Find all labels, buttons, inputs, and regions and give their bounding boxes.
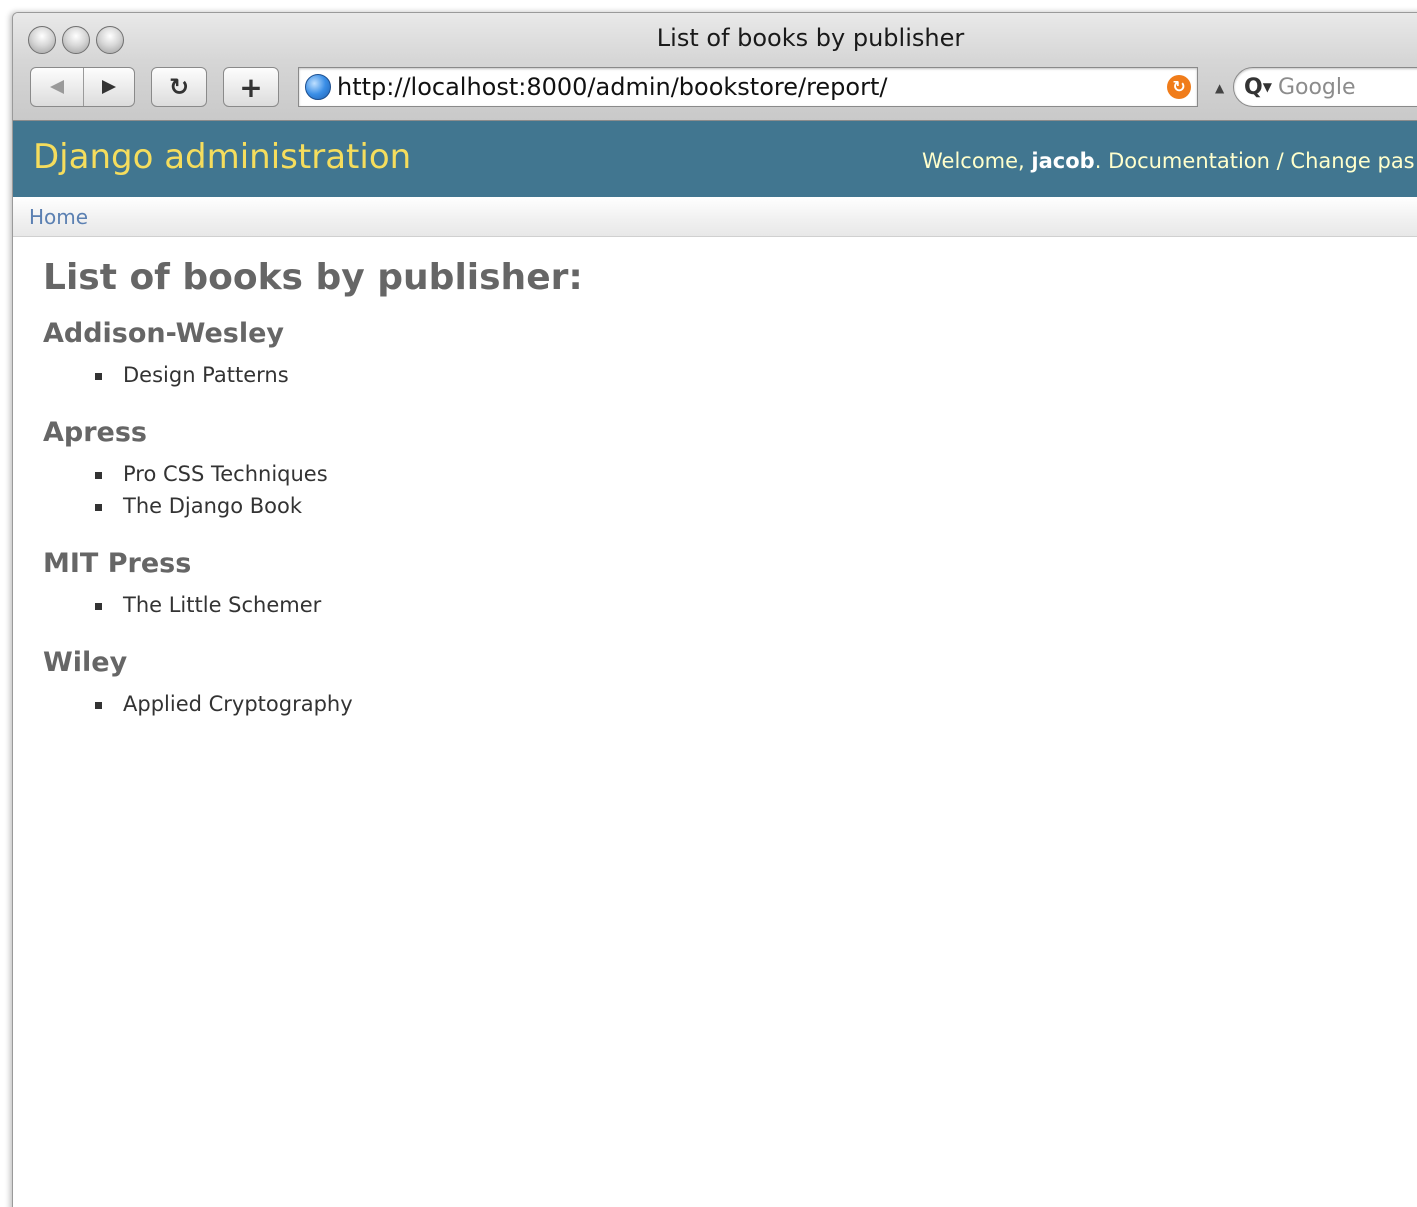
welcome-text: Welcome,: [922, 149, 1025, 173]
book-item: The Little Schemer: [95, 591, 583, 623]
username: jacob: [1031, 149, 1095, 173]
book-list: Pro CSS Techniques The Django Book: [95, 460, 583, 524]
publisher-section: Apress Pro CSS Techniques The Django Boo…: [43, 417, 583, 524]
book-item: The Django Book: [95, 492, 583, 524]
site-branding: Django administration: [33, 137, 412, 177]
admin-header: Django administration Welcome, jacob. Do…: [13, 121, 1417, 197]
window-title: List of books by publisher: [656, 24, 965, 52]
book-list: Design Patterns: [95, 361, 583, 393]
documentation-link[interactable]: Documentation: [1108, 149, 1270, 173]
breadcrumb-home-link[interactable]: Home: [29, 205, 88, 229]
user-tools-separator: /: [1276, 149, 1284, 173]
add-bookmark-button[interactable]: +: [223, 67, 279, 107]
book-item: Design Patterns: [95, 361, 583, 393]
publisher-section: Wiley Applied Cryptography: [43, 647, 583, 722]
forward-button[interactable]: [82, 68, 135, 106]
main-content: List of books by publisher: Addison-Wesl…: [43, 257, 583, 746]
search-menu-caret-icon[interactable]: ▲: [1215, 81, 1224, 95]
breadcrumb: Home: [13, 197, 1417, 237]
change-password-link[interactable]: Change pas: [1290, 149, 1414, 173]
back-button[interactable]: [31, 68, 83, 106]
add-bookmark-icon: +: [239, 70, 263, 104]
publisher-name: MIT Press: [43, 548, 192, 579]
magnifier-icon: Q: [1244, 74, 1263, 100]
url-text[interactable]: http://localhost:8000/admin/bookstore/re…: [337, 73, 887, 101]
browser-window: List of books by publisher ↻ + http://lo…: [12, 12, 1417, 1207]
back-arrow-icon: [49, 80, 64, 94]
reload-button[interactable]: ↻: [151, 67, 207, 107]
address-bar[interactable]: http://localhost:8000/admin/bookstore/re…: [298, 67, 1198, 107]
book-list: The Little Schemer: [95, 591, 583, 623]
page-title: List of books by publisher:: [43, 257, 583, 298]
user-tools: Welcome, jacob. Documentation / Change p…: [922, 149, 1415, 173]
publisher-name: Apress: [43, 417, 147, 448]
search-placeholder: Google: [1277, 74, 1356, 100]
chevron-down-icon[interactable]: ▼: [1263, 80, 1272, 94]
publisher-name: Addison-Wesley: [43, 318, 285, 349]
search-input[interactable]: Q ▼ Google: [1233, 67, 1417, 107]
publisher-section: Addison-Wesley Design Patterns: [43, 318, 583, 393]
snapback-icon[interactable]: ↻: [1167, 75, 1191, 99]
book-item: Applied Cryptography: [95, 690, 583, 722]
book-item: Pro CSS Techniques: [95, 460, 583, 492]
forward-arrow-icon: [101, 80, 116, 94]
browser-chrome: List of books by publisher ↻ + http://lo…: [13, 13, 1417, 121]
back-forward-group: [30, 67, 135, 107]
globe-icon: [305, 74, 331, 100]
reload-icon: ↻: [168, 73, 190, 101]
publisher-section: MIT Press The Little Schemer: [43, 548, 583, 623]
book-list: Applied Cryptography: [95, 690, 583, 722]
publisher-name: Wiley: [43, 647, 128, 678]
